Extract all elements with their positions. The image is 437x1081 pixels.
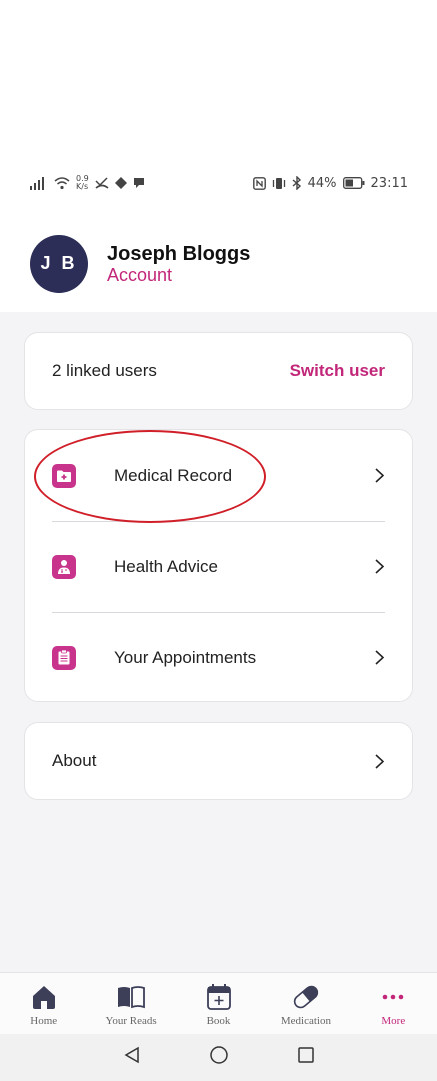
account-header[interactable]: J B Joseph Bloggs Account — [0, 215, 437, 312]
chat-icon — [133, 177, 145, 189]
home-icon — [31, 982, 57, 1012]
linked-users-label: 2 linked users — [52, 361, 157, 380]
medical-folder-icon — [52, 463, 76, 488]
menu-card: Medical Record Health Advice Your Appoin… — [24, 429, 413, 702]
chevron-right-icon — [372, 649, 386, 667]
clipboard-icon — [52, 645, 76, 670]
nav-label: More — [381, 1015, 406, 1027]
status-right: 44% 23:11 — [252, 175, 408, 191]
book-icon — [116, 982, 146, 1012]
nav-item-your-reads[interactable]: Your Reads — [87, 973, 174, 1034]
clock: 23:11 — [370, 175, 408, 191]
doctor-icon — [52, 554, 76, 579]
calendar-add-icon — [206, 982, 232, 1012]
signal-icon — [30, 176, 48, 190]
battery-icon — [342, 177, 365, 189]
battery-percent: 44% — [307, 175, 337, 191]
account-link[interactable]: Account — [107, 265, 250, 285]
avatar[interactable]: J B — [30, 234, 88, 293]
bottom-nav: Home Your Reads Book Medication More — [0, 972, 437, 1034]
nav-item-book[interactable]: Book — [175, 973, 262, 1034]
system-nav-bar — [0, 1034, 437, 1081]
status-bar: 0.9 K/s 44% 23:11 — [30, 172, 408, 194]
nav-item-home[interactable]: Home — [0, 973, 87, 1034]
menu-item-about[interactable]: About — [24, 722, 413, 800]
menu-item-label: Your Appointments — [114, 647, 257, 667]
more-dots-icon — [381, 982, 405, 1012]
vibrate-icon — [272, 177, 286, 190]
nav-item-more[interactable]: More — [350, 973, 437, 1034]
menu-item-your-appointments[interactable]: Your Appointments — [25, 612, 412, 703]
status-left: 0.9 K/s — [30, 175, 145, 191]
nav-label: Book — [206, 1015, 231, 1027]
bluetooth-icon — [292, 176, 302, 190]
menu-item-health-advice[interactable]: Health Advice — [25, 521, 412, 612]
nav-label: Home — [30, 1015, 58, 1027]
about-label: About — [52, 751, 97, 770]
menu-item-label: Medical Record — [114, 465, 233, 485]
chevron-right-icon — [372, 558, 386, 576]
chevron-right-icon — [372, 752, 386, 770]
wifi-icon — [54, 176, 70, 190]
account-name: Joseph Bloggs — [107, 242, 251, 265]
nav-item-medication[interactable]: Medication — [262, 973, 349, 1034]
menu-item-label: Health Advice — [114, 556, 218, 576]
recents-icon[interactable] — [297, 1046, 315, 1069]
content-area: 2 linked users Switch user Medical Recor… — [0, 312, 437, 972]
menu-item-medical-record[interactable]: Medical Record — [25, 430, 412, 521]
linked-users-card: 2 linked users Switch user — [24, 332, 413, 410]
pill-icon — [290, 982, 322, 1012]
network-speed: 0.9 K/s — [76, 174, 89, 191]
missed-call-icon — [95, 177, 109, 189]
navigation-icon — [114, 177, 127, 189]
back-icon[interactable] — [123, 1046, 141, 1069]
account-text: Joseph Bloggs Account — [107, 243, 250, 285]
home-circle-icon[interactable] — [209, 1045, 229, 1070]
nfc-icon — [252, 176, 266, 190]
nav-label: Your Reads — [105, 1015, 157, 1027]
chevron-right-icon — [372, 467, 386, 485]
nav-label: Medication — [280, 1015, 331, 1027]
switch-user-button[interactable]: Switch user — [290, 361, 385, 381]
